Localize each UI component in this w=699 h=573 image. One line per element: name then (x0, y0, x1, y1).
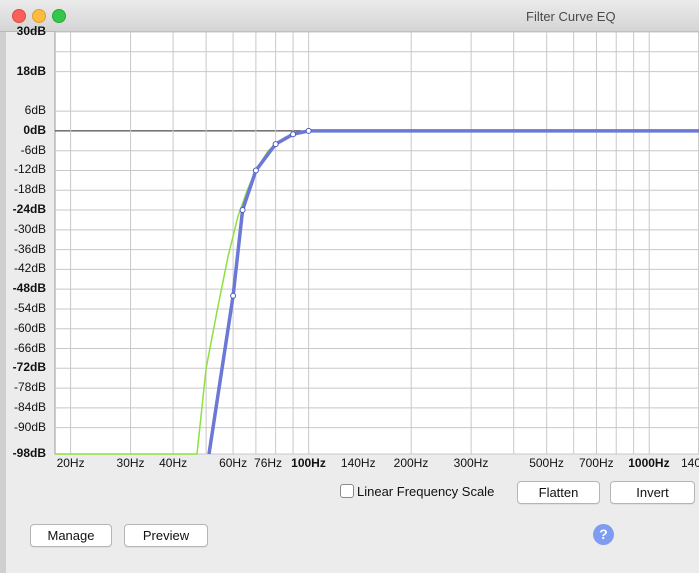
invert-button[interactable]: Invert (610, 481, 695, 504)
plot-area (54, 31, 699, 455)
control-point[interactable] (252, 167, 259, 174)
manage-button[interactable]: Manage (30, 524, 112, 547)
control-point[interactable] (272, 141, 279, 148)
control-point[interactable] (305, 127, 312, 134)
preview-button[interactable]: Preview (124, 524, 208, 547)
control-point[interactable] (290, 131, 297, 138)
help-icon[interactable]: ? (593, 524, 614, 545)
control-point[interactable] (239, 207, 246, 214)
control-point[interactable] (230, 292, 237, 299)
linear-frequency-scale-label: Linear Frequency Scale (357, 484, 495, 499)
flatten-button[interactable]: Flatten (517, 481, 600, 504)
linear-frequency-scale-checkbox[interactable] (340, 484, 354, 498)
